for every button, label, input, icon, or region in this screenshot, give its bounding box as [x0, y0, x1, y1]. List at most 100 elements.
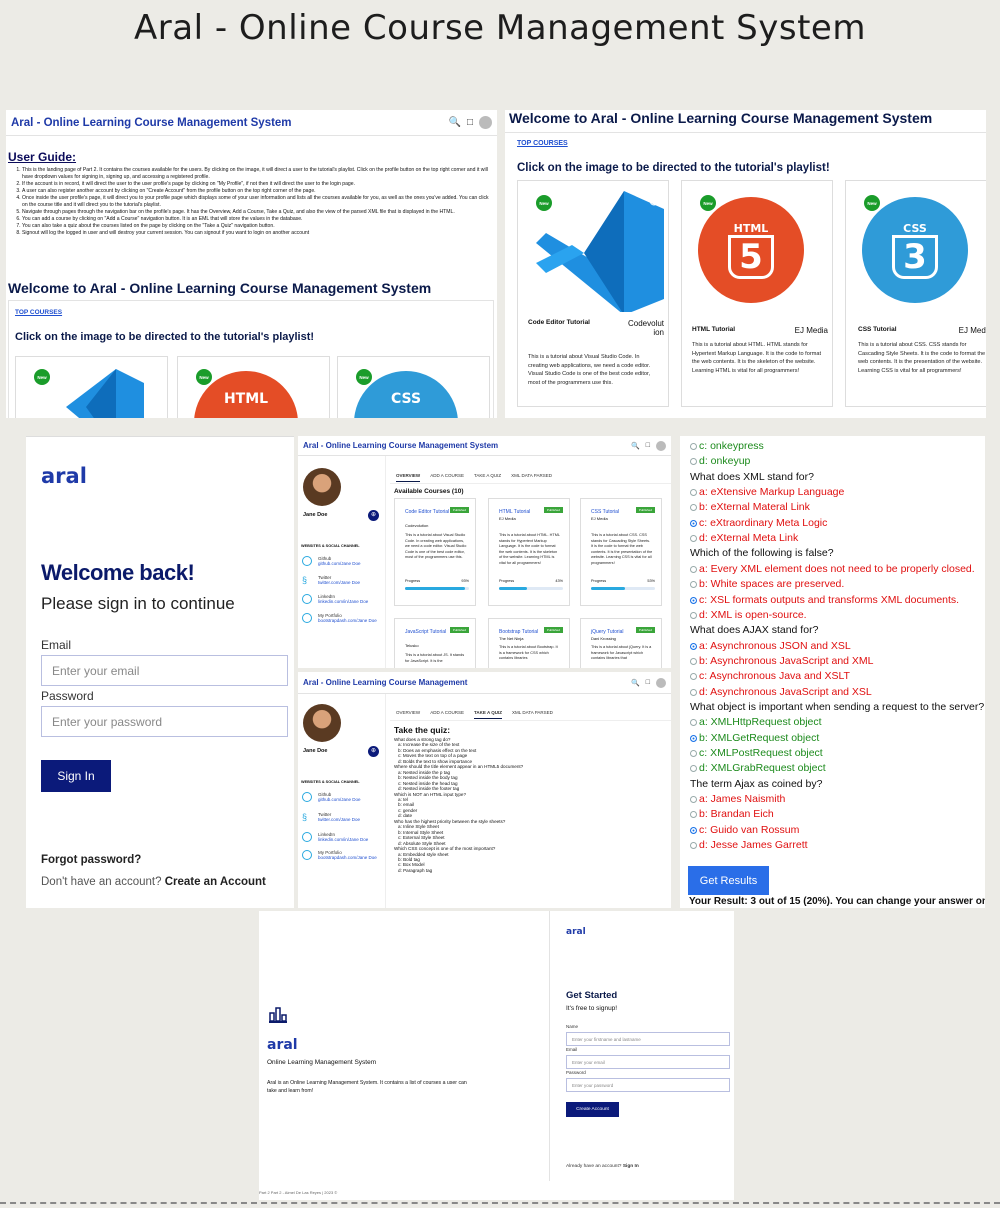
quiz-option[interactable]: d: onkeyup: [690, 455, 750, 467]
messages-icon[interactable]: □: [646, 442, 650, 449]
radio-button[interactable]: [690, 458, 697, 466]
social-link-github[interactable]: Github github.com/Jane Doe: [318, 792, 361, 802]
radio-button[interactable]: [690, 565, 697, 573]
quiz-option[interactable]: a: eXtensive Markup Language: [690, 486, 844, 498]
course-title[interactable]: HTML Tutorial: [692, 326, 735, 333]
course-card[interactable]: HTML Tutorial Published EJ Media This is …: [488, 498, 570, 606]
email-input[interactable]: Enter your email: [41, 655, 288, 686]
profile-avatar-button[interactable]: [656, 677, 666, 688]
search-icon[interactable]: 🔍: [449, 117, 461, 128]
quiz-option[interactable]: c: XMLPostRequest object: [690, 747, 823, 759]
search-icon[interactable]: 🔍: [631, 679, 640, 687]
tab-add-course[interactable]: ADD A COURSE: [430, 473, 464, 482]
profile-avatar-button[interactable]: [656, 440, 666, 451]
radio-button[interactable]: [690, 688, 697, 696]
email-input[interactable]: Enter your email: [566, 1055, 730, 1069]
course-card[interactable]: New CSS3 CSS Tutorial EJ Media This is a…: [845, 180, 986, 407]
course-card[interactable]: jQuery Tutorial Published Dani Krossing T…: [580, 618, 662, 668]
course-card[interactable]: New Code Editor Tutorial Codevolut ion Th…: [517, 180, 669, 407]
quiz-option[interactable]: d: eXternal Meta Link: [690, 532, 798, 544]
password-input[interactable]: Enter your password: [566, 1078, 730, 1092]
app-title[interactable]: Aral - Online Learning Course Management: [303, 678, 467, 687]
forgot-password-link[interactable]: Forgot password?: [41, 854, 141, 866]
social-link-portfolio[interactable]: My Portfolio bootstrapdash.com/Jane Doe: [318, 613, 377, 623]
tab-xml-data[interactable]: XML DATA PARSED: [511, 473, 552, 482]
app-title[interactable]: Aral - Online Learning Course Management…: [303, 441, 498, 450]
tab-overview[interactable]: OVERVIEW: [396, 710, 420, 719]
tab-overview[interactable]: OVERVIEW: [396, 473, 421, 482]
radio-button[interactable]: [690, 443, 697, 450]
social-link-twitter[interactable]: Twitter twitter.com/Jane Doe: [318, 812, 360, 822]
top-courses-link[interactable]: TOP COURSES: [517, 140, 568, 147]
radio-button[interactable]: [690, 750, 697, 757]
brand-logo[interactable]: aral: [41, 464, 87, 488]
radio-button[interactable]: [690, 673, 697, 681]
quiz-option[interactable]: c: eXtraordinary Meta Logic: [690, 517, 827, 529]
radio-button[interactable]: [690, 581, 697, 589]
course-card[interactable]: New HTML: [177, 356, 330, 418]
quiz-option[interactable]: b: eXternal Materal Link: [690, 501, 810, 513]
profile-avatar-button[interactable]: [479, 116, 492, 129]
social-link-linkedin[interactable]: LinkedIn linkedin.com/in/Jane Doe: [318, 832, 368, 842]
course-title[interactable]: CSS Tutorial: [858, 326, 897, 333]
tab-xml-data[interactable]: XML DATA PARSED: [512, 710, 553, 719]
quiz-option[interactable]: c: onkeypress: [690, 440, 764, 452]
quiz-option[interactable]: d: Jesse James Garrett: [690, 839, 808, 851]
quiz-option[interactable]: c: Asynchronous Java and XSLT: [690, 670, 850, 682]
quiz-option[interactable]: a: Every XML element does not need to be…: [690, 563, 975, 575]
quiz-option[interactable]: c: Guido van Rossum: [690, 824, 799, 836]
course-card[interactable]: New: [15, 356, 168, 418]
radio-button[interactable]: [690, 596, 697, 604]
radio-button[interactable]: [690, 796, 697, 804]
social-link-twitter[interactable]: Twitter twitter.com/Jane Doe: [318, 575, 360, 585]
course-card[interactable]: Code Editor Tutorial Published Codevoluti…: [394, 498, 476, 606]
quiz-option[interactable]: a: XMLHttpRequest object: [690, 716, 822, 728]
create-account-button[interactable]: Create Account: [566, 1102, 619, 1117]
quiz-option[interactable]: d: XML is open-source.: [690, 609, 807, 621]
sign-in-button[interactable]: Sign In: [41, 760, 111, 792]
course-card[interactable]: Bootstrap Tutorial Published The Net Ninj…: [488, 618, 570, 668]
brand-logo[interactable]: aral: [267, 1037, 298, 1053]
radio-button[interactable]: [690, 719, 697, 727]
social-link-github[interactable]: Github github.com/Jane Doe: [318, 556, 361, 566]
tab-take-quiz[interactable]: TAKE A QUIZ: [473, 710, 503, 719]
quiz-option[interactable]: a: Asynchronous JSON and XSL: [690, 640, 851, 652]
radio-button[interactable]: [690, 842, 697, 850]
tab-add-course[interactable]: ADD A COURSE: [430, 710, 464, 719]
course-card[interactable]: New CSS: [337, 356, 490, 418]
radio-button[interactable]: [690, 489, 697, 497]
search-icon[interactable]: 🔍: [631, 442, 640, 450]
radio-button[interactable]: [690, 504, 697, 512]
course-card[interactable]: New HTML 5 HTML Tutorial EJ Media This is…: [681, 180, 833, 407]
brand-logo[interactable]: aral: [566, 927, 586, 937]
tab-take-quiz[interactable]: TAKE A QUIZ: [474, 473, 501, 482]
edit-profile-icon[interactable]: ⊕: [368, 510, 379, 521]
radio-button[interactable]: [690, 826, 697, 834]
messages-icon[interactable]: □: [646, 679, 650, 686]
social-link-linkedin[interactable]: LinkedIn linkedin.com/in/Jane Doe: [318, 594, 368, 604]
app-title[interactable]: Aral - Online Learning Course Management…: [11, 117, 292, 129]
messages-icon[interactable]: □: [467, 117, 473, 128]
quiz-option[interactable]: c: XSL formats outputs and transforms XM…: [690, 594, 959, 606]
radio-button[interactable]: [690, 765, 697, 773]
radio-button[interactable]: [690, 519, 697, 527]
quiz-option[interactable]: d: XMLGrabRequest object: [690, 762, 826, 774]
name-input[interactable]: Enter your firstname and lastname: [566, 1032, 730, 1046]
radio-button[interactable]: [690, 535, 697, 543]
course-card[interactable]: JavaScript Tutorial Published Telusko Thi…: [394, 618, 476, 668]
quiz-option[interactable]: b: White spaces are preserved.: [690, 578, 844, 590]
edit-profile-icon[interactable]: ⊕: [368, 746, 379, 757]
password-input[interactable]: Enter your password: [41, 706, 288, 737]
radio-button[interactable]: [690, 642, 697, 650]
create-account-link[interactable]: Create an Account: [165, 876, 266, 888]
radio-button[interactable]: [690, 734, 697, 742]
top-courses-link[interactable]: TOP COURSES: [15, 309, 62, 316]
quiz-option[interactable]: a: James Naismith: [690, 793, 785, 805]
course-title[interactable]: Code Editor Tutorial: [528, 319, 590, 326]
radio-button[interactable]: [690, 611, 697, 619]
quiz-option[interactable]: b: XMLGetRequest object: [690, 732, 819, 744]
quiz-option[interactable]: b: Brandan Eich: [690, 808, 774, 820]
course-card[interactable]: CSS Tutorial Published EJ Media This is a…: [580, 498, 662, 606]
quiz-option[interactable]: d: Asynchronous JavaScript and XSL: [690, 686, 872, 698]
social-link-portfolio[interactable]: My Portfolio bootstrapdash.com/Jane Doe: [318, 850, 377, 860]
